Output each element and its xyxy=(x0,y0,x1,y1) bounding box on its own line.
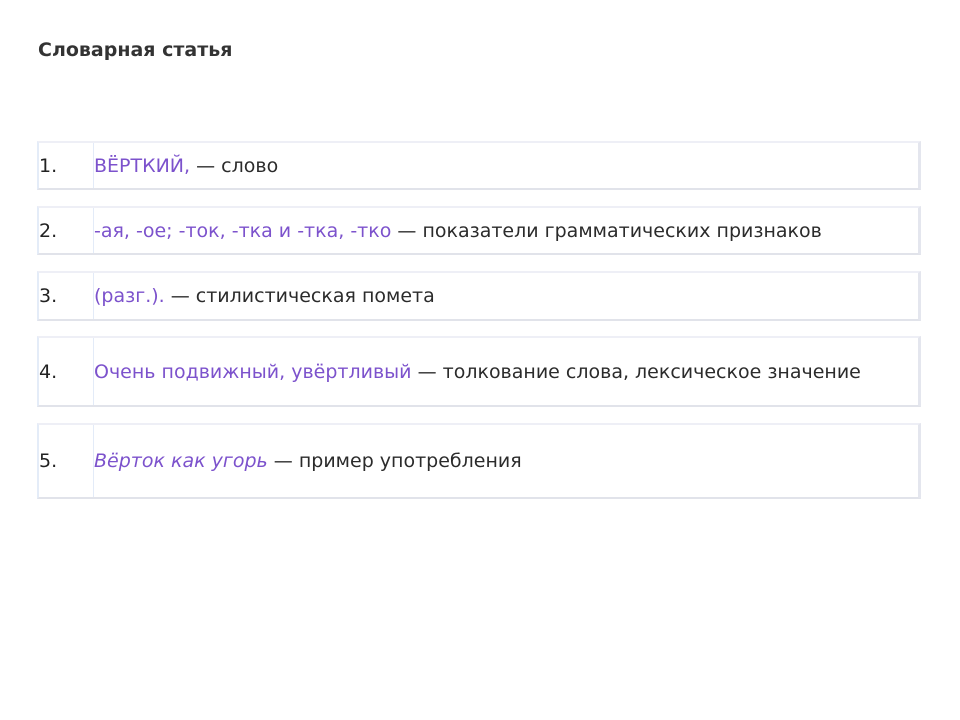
entry-separator: — xyxy=(391,219,423,242)
entry-text: (разг.). — стилистическая помета xyxy=(94,273,918,319)
entry-term: Вёрток как угорь xyxy=(94,450,268,472)
entry-separator: — xyxy=(267,450,299,472)
entry-term: ВЁРТКИЙ, xyxy=(94,154,191,177)
page-title: Словарная статья xyxy=(38,39,233,61)
entry-number: 3. xyxy=(39,273,94,319)
entry-description: толкование слова, лексическое значение xyxy=(442,360,861,383)
entry-number: 1. xyxy=(39,143,94,188)
entry-row-1: 1. ВЁРТКИЙ, — слово xyxy=(37,141,921,190)
entry-row-2: 2. -ая, -ое; -ток, -тка и -тка, -тко — п… xyxy=(37,206,921,255)
entry-text: -ая, -ое; -ток, -тка и -тка, -тко — пока… xyxy=(94,208,918,253)
entry-row-5: 5. Вёрток как угорь — пример употреблени… xyxy=(37,423,921,499)
entry-description: пример употребления xyxy=(298,450,522,472)
entry-term: -ая, -ое; -ток, -тка и -тка, -тко xyxy=(94,219,392,242)
entry-number: 5. xyxy=(39,425,94,497)
entry-separator: — xyxy=(411,360,443,383)
entry-number: 2. xyxy=(39,208,94,253)
entry-separator: — xyxy=(190,154,222,177)
entry-text: ВЁРТКИЙ, — слово xyxy=(94,143,918,188)
entry-description: показатели грамматических признаков xyxy=(422,219,822,242)
entry-row-4: 4. Очень подвижный, увёртливый — толкова… xyxy=(37,336,921,407)
entry-description: слово xyxy=(221,154,279,177)
entry-row-3: 3. (разг.). — стилистическая помета xyxy=(37,271,921,321)
entry-text: Очень подвижный, увёртливый — толкование… xyxy=(94,338,918,405)
entry-number: 4. xyxy=(39,338,94,405)
entry-term: Очень подвижный, увёртливый xyxy=(94,360,412,383)
entry-description: стилистическая помета xyxy=(195,285,435,307)
entry-term: (разг.). xyxy=(94,285,165,307)
entry-text: Вёрток как угорь — пример употребления xyxy=(94,425,918,497)
entry-separator: — xyxy=(164,285,196,307)
